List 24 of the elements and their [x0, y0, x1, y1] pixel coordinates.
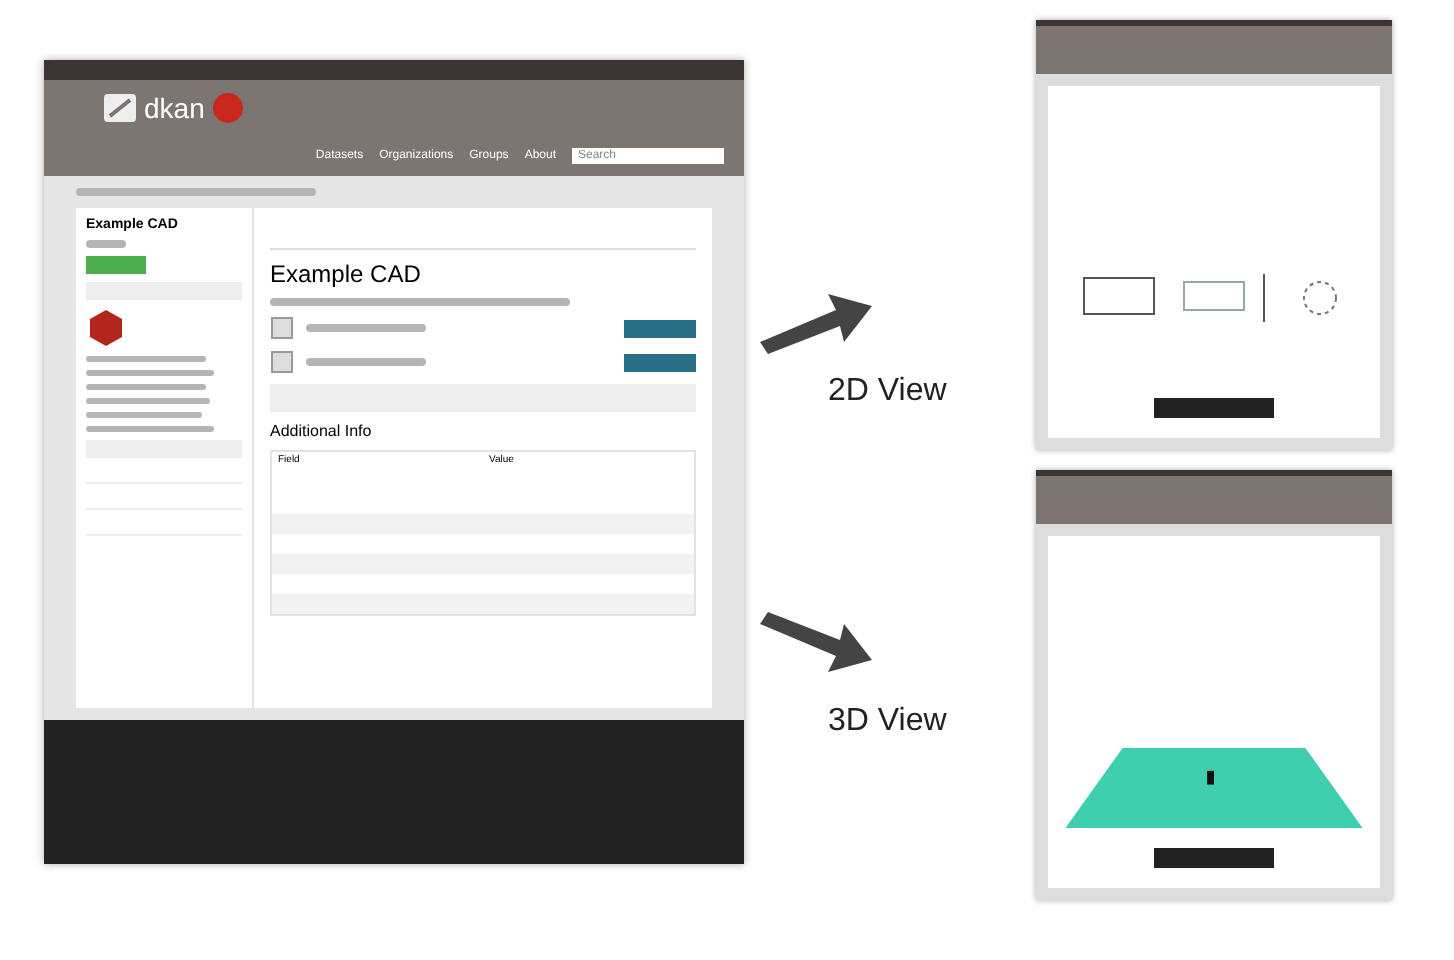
explore-button[interactable] [624, 319, 696, 337]
logo-icon [104, 94, 136, 122]
file-icon [270, 350, 294, 374]
blurred-text [306, 358, 426, 366]
blurred-text [86, 356, 206, 362]
blurred-text [86, 384, 206, 390]
blurred-text [86, 426, 214, 432]
blurred-text [86, 412, 202, 418]
file-icon [270, 316, 294, 340]
circle-logo-icon [212, 92, 245, 124]
blurred-text [86, 370, 214, 376]
explore-button[interactable] [624, 353, 696, 371]
toolbar [1154, 848, 1274, 868]
view-label: 3D View [828, 703, 947, 739]
blurred-text [86, 240, 126, 248]
section-heading: Additional Info [270, 422, 374, 440]
view-label: 2D View [828, 373, 947, 409]
page-title: Example CAD [270, 260, 423, 288]
follow-button[interactable] [86, 256, 146, 274]
blurred-text [306, 324, 426, 332]
toolbar [1154, 398, 1274, 418]
logo-text: dkan [144, 92, 205, 124]
hexagon-icon [86, 308, 126, 348]
blurred-text [86, 398, 210, 404]
